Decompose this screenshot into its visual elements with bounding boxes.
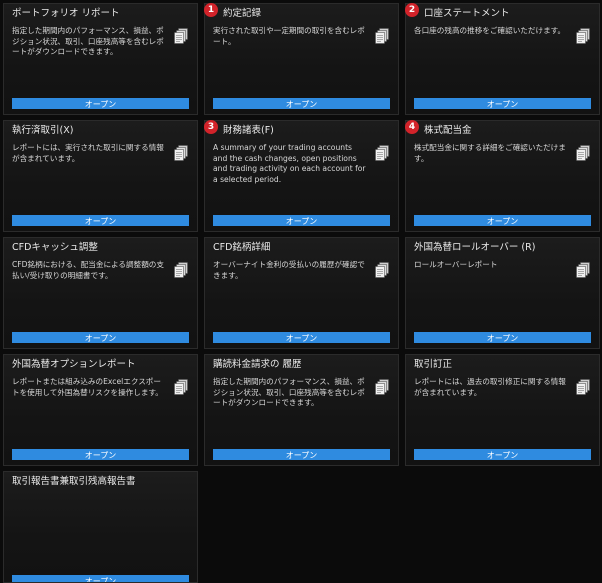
card-title: 執行済取引(X) (12, 125, 74, 136)
open-button[interactable]: オープン (414, 332, 591, 343)
documents-icon[interactable] (576, 379, 590, 395)
card-title: 約定記録 (223, 8, 262, 19)
report-card-fx-options-report: 外国為替オプションレポートレポートまたは組み込みのExcelエクスポートを使用し… (3, 354, 198, 466)
open-button[interactable]: オープン (213, 449, 390, 460)
report-card-stock-dividends: 株式配当金株式配当金に関する詳細をご確認いただけます。オープン 4 (405, 120, 600, 232)
card-title: 購読料金請求の 履歴 (213, 359, 302, 370)
report-card-trade-record: 約定記録実行された取引や一定期間の取引を含むレポート。オープン 1 (204, 3, 399, 115)
report-card-cfd-cash-adjustment: CFDキャッシュ調整 CFD銘柄における、配当金による調整額の支払い/受け取りの明… (3, 237, 198, 349)
documents-icon[interactable] (174, 379, 188, 395)
documents-icon[interactable] (576, 145, 590, 161)
card-title: CFDキャッシュ調整 (12, 242, 98, 253)
open-button[interactable]: オープン (414, 98, 591, 109)
card-description: 各口座の残高の推移をご確認いただけます。 (414, 26, 566, 35)
documents-icon[interactable] (174, 28, 188, 44)
step-number-badge: 4 (405, 120, 419, 134)
open-button[interactable]: オープン (213, 332, 390, 343)
report-card-cfd-symbol-details: CFD銘柄詳細オーバーナイト金利の受払いの履歴が確認できます。オープン (204, 237, 399, 349)
card-title: 取引訂正 (414, 359, 453, 370)
card-description: レポートには、実行された取引に関する情報が含まれています。 (12, 143, 164, 163)
card-description: レポートには、過去の取引修正に関する情報が含まれています。 (414, 377, 566, 397)
card-description: 実行された取引や一定期間の取引を含むレポート。 (213, 26, 365, 46)
card-description: オーバーナイト金利の受払いの履歴が確認できます。 (213, 260, 365, 280)
documents-icon[interactable] (576, 28, 590, 44)
card-description: 株式配当金に関する詳細をご確認いただけます。 (414, 143, 566, 163)
step-number-badge: 2 (405, 3, 419, 17)
step-number-badge: 1 (204, 3, 218, 17)
card-description: CFD銘柄における、配当金による調整額の支払い/受け取りの明細書です。 (12, 260, 164, 280)
open-button[interactable]: オープン (12, 449, 189, 460)
report-card-portfolio-report: ポートフォリオ リポート指定した期間内のパフォーマンス、損益、ポジション状況、取… (3, 3, 198, 115)
documents-icon[interactable] (174, 262, 188, 278)
open-button[interactable]: オープン (213, 215, 390, 226)
open-button[interactable]: オープン (414, 215, 591, 226)
open-button[interactable]: オープン (12, 98, 189, 109)
report-card-trade-report-balance: 取引報告書兼取引残高報告書オープン (3, 471, 198, 583)
documents-icon[interactable] (174, 145, 188, 161)
open-button[interactable]: オープン (12, 215, 189, 226)
card-title: 外国為替ロールオーバー (R) (414, 242, 536, 253)
card-title: ポートフォリオ リポート (12, 8, 120, 19)
documents-icon[interactable] (375, 28, 389, 44)
report-card-subscription-billing-history: 購読料金請求の 履歴指定した期間内のパフォーマンス、損益、ポジション状況、取引、… (204, 354, 399, 466)
documents-icon[interactable] (576, 262, 590, 278)
card-description: A summary of your trading accounts and t… (213, 143, 366, 184)
report-card-executed-trades: 執行済取引(X) レポートには、実行された取引に関する情報が含まれています。オープ… (3, 120, 198, 232)
step-number-badge: 3 (204, 120, 218, 134)
open-button[interactable]: オープン (414, 449, 591, 460)
open-button[interactable]: オープン (213, 98, 390, 109)
card-description: レポートまたは組み込みのExcelエクスポートを使用して外国為替リスクを操作しま… (12, 377, 163, 397)
report-card-fx-rollover: 外国為替ロールオーバー (R) ロールオーバーレポートオープン (405, 237, 600, 349)
open-button[interactable]: オープン (12, 575, 189, 582)
card-description: 指定した期間内のパフォーマンス、損益、ポジション状況、取引、口座残高等を含むレポ… (213, 377, 365, 407)
report-card-account-statement: 口座ステートメント各口座の残高の推移をご確認いただけます。オープン 2 (405, 3, 600, 115)
card-title: 取引報告書兼取引残高報告書 (12, 476, 136, 487)
report-grid: ポートフォリオ リポート指定した期間内のパフォーマンス、損益、ポジション状況、取… (3, 3, 600, 583)
card-title: 口座ステートメント (424, 8, 510, 19)
card-title: CFD銘柄詳細 (213, 242, 271, 253)
report-card-financial-statement: 財務諸表(F) A summary of your trading account… (204, 120, 399, 232)
documents-icon[interactable] (375, 145, 389, 161)
card-title: 株式配当金 (424, 125, 472, 136)
card-title: 財務諸表(F) (223, 125, 274, 136)
card-description: 指定した期間内のパフォーマンス、損益、ポジション状況、取引、口座残高等を含むレポ… (12, 26, 164, 56)
documents-icon[interactable] (375, 379, 389, 395)
card-title: 外国為替オプションレポート (12, 359, 136, 370)
card-description: ロールオーバーレポート (414, 260, 498, 269)
report-card-trade-corrections: 取引訂正レポートには、過去の取引修正に関する情報が含まれています。オープン (405, 354, 600, 466)
open-button[interactable]: オープン (12, 332, 189, 343)
documents-icon[interactable] (375, 262, 389, 278)
